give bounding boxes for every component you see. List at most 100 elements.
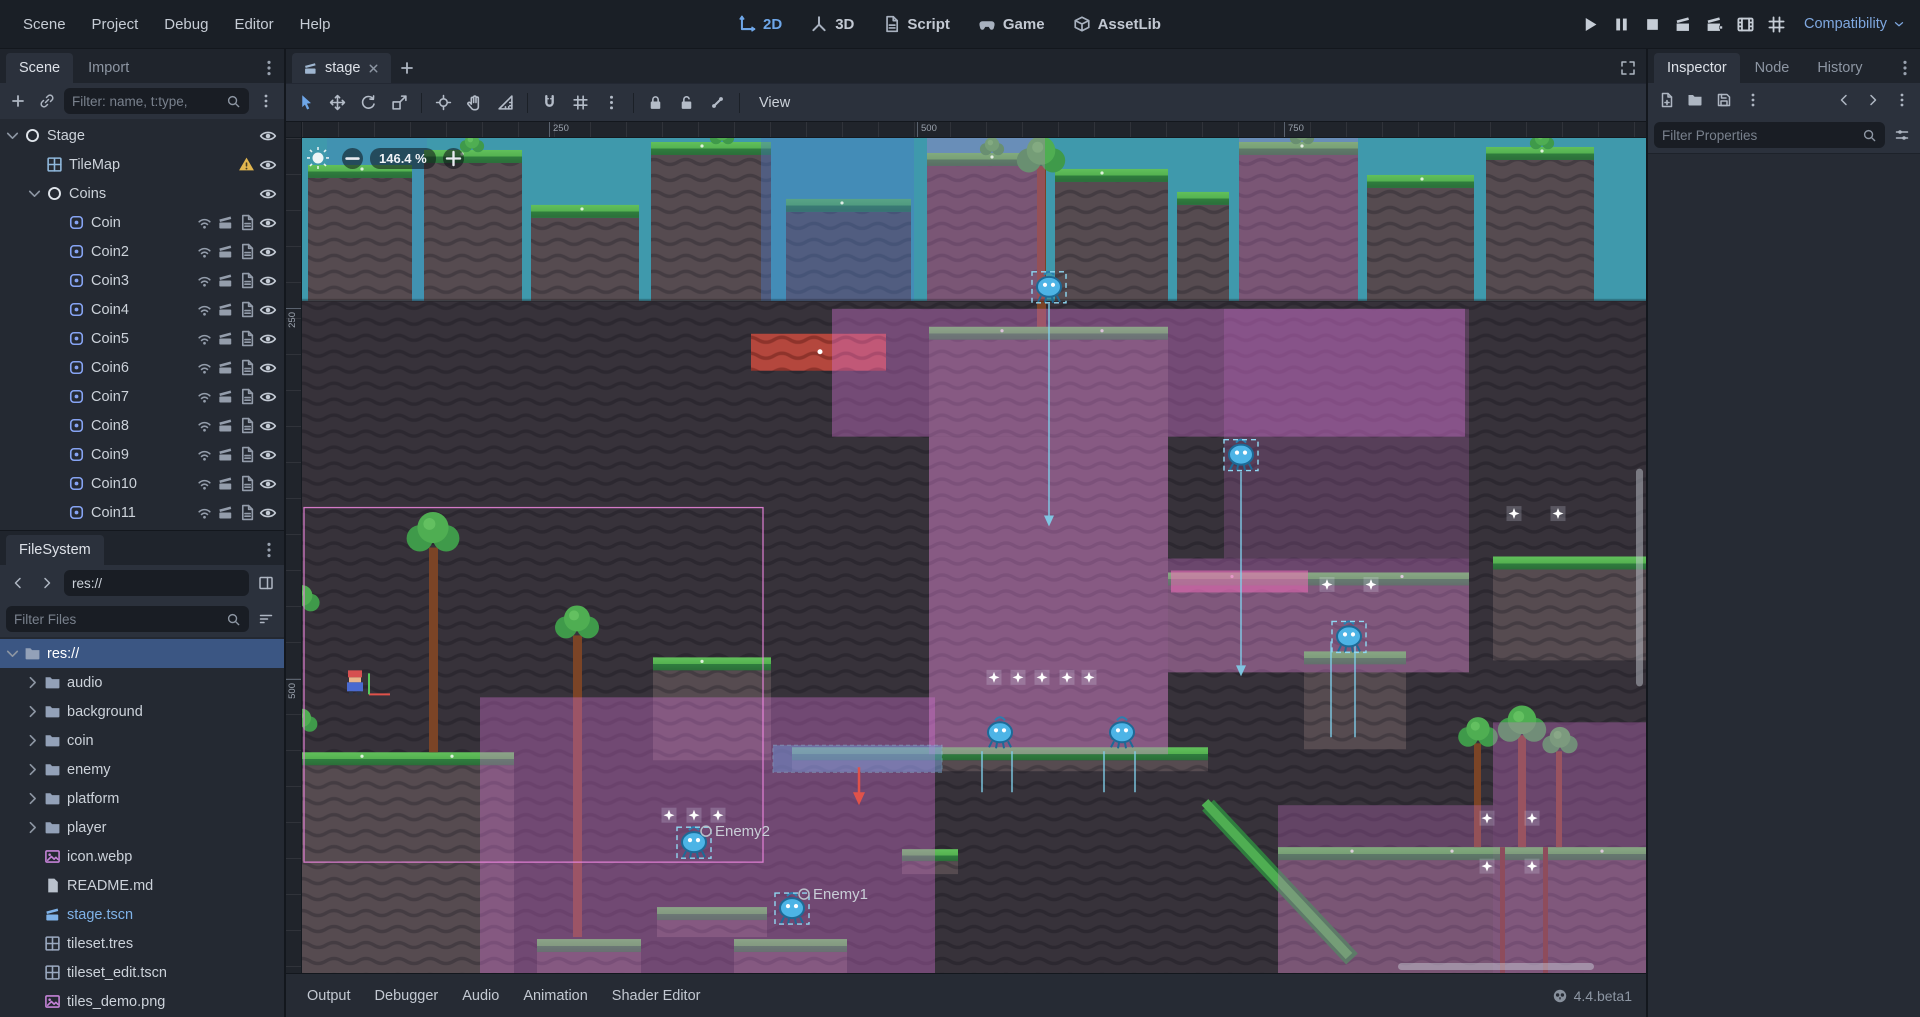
context-tab-assetlib[interactable]: AssetLib xyxy=(1073,15,1161,33)
collapse-arrow-icon[interactable] xyxy=(4,645,21,662)
scene-tree-row-coin5[interactable]: Coin5 xyxy=(0,324,284,353)
expand-viewport-icon[interactable] xyxy=(1616,56,1640,80)
fs-split-mode-icon[interactable] xyxy=(254,571,278,595)
bottom-panel-debugger[interactable]: Debugger xyxy=(364,981,450,1011)
fs-item-platform[interactable]: platform xyxy=(0,784,284,813)
scene-tree-row-coin9[interactable]: Coin9 xyxy=(0,440,284,469)
movie-button[interactable] xyxy=(217,417,234,434)
fs-path-input[interactable] xyxy=(64,570,249,596)
fs-path-field[interactable] xyxy=(72,576,241,591)
view-menu-button[interactable]: View xyxy=(749,90,800,116)
bottom-panel-output[interactable]: Output xyxy=(296,981,362,1011)
script-button[interactable] xyxy=(238,417,255,434)
eye-button[interactable] xyxy=(259,243,277,261)
vertical-scrollbar[interactable] xyxy=(1636,469,1643,687)
scene-filter-field[interactable] xyxy=(72,94,221,109)
script-button[interactable] xyxy=(238,243,255,260)
inspector-filter-input[interactable] xyxy=(1654,122,1885,148)
scene-tree-row-coin11[interactable]: Coin11 xyxy=(0,498,284,527)
menu-help[interactable]: Help xyxy=(287,9,344,40)
scene-tree-row-coins[interactable]: Coins xyxy=(0,179,284,208)
lock-selected-button[interactable] xyxy=(641,88,670,117)
movie-button[interactable] xyxy=(217,272,234,289)
signal-button[interactable] xyxy=(196,301,213,318)
scene-tree-row-coin7[interactable]: Coin7 xyxy=(0,382,284,411)
grid-snap-toggle[interactable] xyxy=(566,88,595,117)
move-tool[interactable] xyxy=(323,88,352,117)
scene-tree-row-coin2[interactable]: Coin2 xyxy=(0,237,284,266)
eye-button[interactable] xyxy=(259,185,277,203)
scene-tree-row-coin10[interactable]: Coin10 xyxy=(0,469,284,498)
context-tab-3d[interactable]: 3D xyxy=(810,15,854,33)
scene-tree-row-coin8[interactable]: Coin8 xyxy=(0,411,284,440)
menu-scene[interactable]: Scene xyxy=(10,9,79,40)
menu-debug[interactable]: Debug xyxy=(151,9,221,40)
bottom-panel-shader-editor[interactable]: Shader Editor xyxy=(601,981,712,1011)
eye-button[interactable] xyxy=(259,475,277,493)
collapse-arrow-icon[interactable] xyxy=(24,732,41,749)
fs-item-icon-webp[interactable]: icon.webp xyxy=(0,842,284,871)
movie-button[interactable] xyxy=(217,214,234,231)
movie-button[interactable] xyxy=(217,504,234,521)
fs-item-res-[interactable]: res:// xyxy=(0,639,284,668)
ruler-tool[interactable] xyxy=(491,88,520,117)
scene-tab-stage[interactable]: stage xyxy=(292,53,391,83)
eye-button[interactable] xyxy=(259,156,277,174)
collapse-arrow-icon[interactable] xyxy=(24,819,41,836)
eye-button[interactable] xyxy=(259,272,277,290)
fs-item-readme-md[interactable]: README.md xyxy=(0,871,284,900)
horizontal-scrollbar[interactable] xyxy=(1398,963,1594,970)
movie-button[interactable] xyxy=(217,475,234,492)
tab-history[interactable]: History xyxy=(1804,53,1875,83)
level-view[interactable]: Enemy2 Enemy1 146.4 % xyxy=(302,138,1646,973)
warning-button[interactable] xyxy=(238,156,255,173)
tab-import[interactable]: Import xyxy=(75,53,142,83)
close-icon[interactable] xyxy=(367,62,380,75)
script-button[interactable] xyxy=(238,504,255,521)
eye-button[interactable] xyxy=(259,330,277,348)
dock-menu-icon[interactable] xyxy=(1896,59,1914,77)
signal-button[interactable] xyxy=(196,388,213,405)
signal-button[interactable] xyxy=(196,243,213,260)
tab-node[interactable]: Node xyxy=(1742,53,1803,83)
fs-back-icon[interactable] xyxy=(6,571,30,595)
movie-button[interactable] xyxy=(217,301,234,318)
bottom-panel-audio[interactable]: Audio xyxy=(451,981,510,1011)
fs-item-tileset-edit-tscn[interactable]: tileset_edit.tscn xyxy=(0,958,284,987)
script-button[interactable] xyxy=(238,359,255,376)
movie-button[interactable] xyxy=(217,446,234,463)
eye-button[interactable] xyxy=(259,301,277,319)
dock-menu-icon[interactable] xyxy=(260,541,278,559)
skeleton-options-button[interactable] xyxy=(703,88,732,117)
bottom-panel-animation[interactable]: Animation xyxy=(512,981,598,1011)
context-tab-game[interactable]: Game xyxy=(978,15,1045,33)
play-custom-scene-button[interactable] xyxy=(1705,15,1724,34)
eye-button[interactable] xyxy=(259,214,277,232)
signal-button[interactable] xyxy=(196,330,213,347)
fs-item-coin[interactable]: coin xyxy=(0,726,284,755)
zoom-in-button[interactable] xyxy=(443,148,464,169)
history-back-icon[interactable] xyxy=(1832,88,1856,112)
script-button[interactable] xyxy=(238,475,255,492)
scene-tree-row-stage[interactable]: Stage xyxy=(0,121,284,150)
dock-menu-icon[interactable] xyxy=(260,59,278,77)
eye-button[interactable] xyxy=(259,359,277,377)
fs-item-enemy[interactable]: enemy xyxy=(0,755,284,784)
script-button[interactable] xyxy=(238,388,255,405)
signal-button[interactable] xyxy=(196,214,213,231)
zoom-out-button[interactable] xyxy=(342,148,363,169)
pivot-tool[interactable] xyxy=(429,88,458,117)
fs-item-audio[interactable]: audio xyxy=(0,668,284,697)
scene-tree-row-coin6[interactable]: Coin6 xyxy=(0,353,284,382)
play-button[interactable] xyxy=(1581,15,1600,34)
movie-button[interactable] xyxy=(217,359,234,376)
menu-editor[interactable]: Editor xyxy=(221,9,286,40)
fs-filter-input[interactable] xyxy=(6,606,249,632)
collapse-arrow-icon[interactable] xyxy=(24,790,41,807)
signal-button[interactable] xyxy=(196,272,213,289)
eye-button[interactable] xyxy=(259,127,277,145)
signal-button[interactable] xyxy=(196,475,213,492)
new-scene-tab-button[interactable] xyxy=(395,56,419,80)
instance-scene-button[interactable] xyxy=(35,89,59,113)
movie-grid-button[interactable] xyxy=(1767,15,1786,34)
